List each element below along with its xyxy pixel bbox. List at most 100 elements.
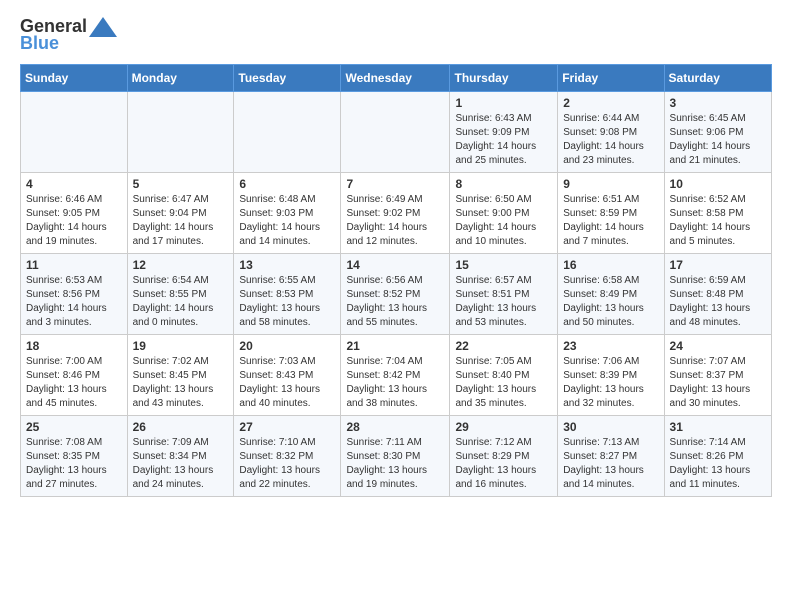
- day-info: Sunrise: 7:14 AMSunset: 8:26 PMDaylight:…: [670, 436, 766, 492]
- day-number: 23: [563, 339, 658, 353]
- weekday-header-monday: Monday: [127, 65, 234, 92]
- calendar-cell: 21 Sunrise: 7:04 AMSunset: 8:42 PMDayligh…: [341, 335, 450, 416]
- day-number: 15: [455, 258, 552, 272]
- calendar-cell: 30 Sunrise: 7:13 AMSunset: 8:27 PMDayligh…: [558, 416, 664, 497]
- day-number: 30: [563, 420, 658, 434]
- day-number: 16: [563, 258, 658, 272]
- day-info: Sunrise: 7:04 AMSunset: 8:42 PMDaylight:…: [346, 355, 444, 411]
- weekday-header-thursday: Thursday: [450, 65, 558, 92]
- week-row-2: 4 Sunrise: 6:46 AMSunset: 9:05 PMDaylight…: [21, 173, 772, 254]
- day-number: 22: [455, 339, 552, 353]
- day-number: 31: [670, 420, 766, 434]
- calendar-cell: 25 Sunrise: 7:08 AMSunset: 8:35 PMDayligh…: [21, 416, 128, 497]
- day-info: Sunrise: 7:08 AMSunset: 8:35 PMDaylight:…: [26, 436, 122, 492]
- day-number: 26: [133, 420, 229, 434]
- day-number: 27: [239, 420, 335, 434]
- calendar-cell: 2Sunrise: 6:44 AMSunset: 9:08 PMDaylight…: [558, 92, 664, 173]
- logo-icon: [89, 17, 117, 37]
- calendar-cell: 23 Sunrise: 7:06 AMSunset: 8:39 PMDayligh…: [558, 335, 664, 416]
- day-number: 17: [670, 258, 766, 272]
- day-number: 12: [133, 258, 229, 272]
- day-number: 29: [455, 420, 552, 434]
- calendar-cell: 29 Sunrise: 7:12 AMSunset: 8:29 PMDayligh…: [450, 416, 558, 497]
- weekday-header-tuesday: Tuesday: [234, 65, 341, 92]
- day-info: Sunrise: 7:06 AMSunset: 8:39 PMDaylight:…: [563, 355, 658, 411]
- day-number: 25: [26, 420, 122, 434]
- calendar-cell: 22 Sunrise: 7:05 AMSunset: 8:40 PMDayligh…: [450, 335, 558, 416]
- day-info: Sunrise: 6:47 AMSunset: 9:04 PMDaylight:…: [133, 193, 229, 249]
- day-number: 4: [26, 177, 122, 191]
- day-info: Sunrise: 6:58 AMSunset: 8:49 PMDaylight:…: [563, 274, 658, 330]
- day-info: Sunrise: 6:45 AMSunset: 9:06 PMDaylight:…: [670, 112, 766, 168]
- calendar-cell: 10 Sunrise: 6:52 AMSunset: 8:58 PMDayligh…: [664, 173, 771, 254]
- day-number: 1: [455, 96, 552, 110]
- calendar-cell: 31 Sunrise: 7:14 AMSunset: 8:26 PMDayligh…: [664, 416, 771, 497]
- day-number: 6: [239, 177, 335, 191]
- day-info: Sunrise: 7:12 AMSunset: 8:29 PMDaylight:…: [455, 436, 552, 492]
- day-number: 10: [670, 177, 766, 191]
- calendar-cell: 27 Sunrise: 7:10 AMSunset: 8:32 PMDayligh…: [234, 416, 341, 497]
- calendar-cell: 19Sunrise: 7:02 AMSunset: 8:45 PMDayligh…: [127, 335, 234, 416]
- day-number: 9: [563, 177, 658, 191]
- day-info: Sunrise: 6:54 AMSunset: 8:55 PMDaylight:…: [133, 274, 229, 330]
- calendar-cell: 8 Sunrise: 6:50 AMSunset: 9:00 PMDaylight…: [450, 173, 558, 254]
- calendar-cell: [21, 92, 128, 173]
- day-info: Sunrise: 6:46 AMSunset: 9:05 PMDaylight:…: [26, 193, 122, 249]
- calendar-cell: 9Sunrise: 6:51 AMSunset: 8:59 PMDaylight…: [558, 173, 664, 254]
- calendar-table: SundayMondayTuesdayWednesdayThursdayFrid…: [20, 64, 772, 497]
- day-number: 3: [670, 96, 766, 110]
- day-info: Sunrise: 7:05 AMSunset: 8:40 PMDaylight:…: [455, 355, 552, 411]
- day-info: Sunrise: 7:11 AMSunset: 8:30 PMDaylight:…: [346, 436, 444, 492]
- day-number: 20: [239, 339, 335, 353]
- day-info: Sunrise: 7:02 AMSunset: 8:45 PMDaylight:…: [133, 355, 229, 411]
- logo: General Blue: [20, 16, 117, 54]
- calendar-cell: [234, 92, 341, 173]
- day-info: Sunrise: 6:44 AMSunset: 9:08 PMDaylight:…: [563, 112, 658, 168]
- day-number: 24: [670, 339, 766, 353]
- calendar-cell: 20 Sunrise: 7:03 AMSunset: 8:43 PMDayligh…: [234, 335, 341, 416]
- day-number: 7: [346, 177, 444, 191]
- weekday-header-sunday: Sunday: [21, 65, 128, 92]
- day-info: Sunrise: 6:43 AMSunset: 9:09 PMDaylight:…: [455, 112, 552, 168]
- day-number: 8: [455, 177, 552, 191]
- week-row-3: 11 Sunrise: 6:53 AMSunset: 8:56 PMDayligh…: [21, 254, 772, 335]
- day-info: Sunrise: 6:48 AMSunset: 9:03 PMDaylight:…: [239, 193, 335, 249]
- calendar-cell: 26 Sunrise: 7:09 AMSunset: 8:34 PMDayligh…: [127, 416, 234, 497]
- calendar-cell: 24 Sunrise: 7:07 AMSunset: 8:37 PMDayligh…: [664, 335, 771, 416]
- day-info: Sunrise: 7:13 AMSunset: 8:27 PMDaylight:…: [563, 436, 658, 492]
- day-info: Sunrise: 7:10 AMSunset: 8:32 PMDaylight:…: [239, 436, 335, 492]
- day-number: 21: [346, 339, 444, 353]
- calendar-cell: 17 Sunrise: 6:59 AMSunset: 8:48 PMDayligh…: [664, 254, 771, 335]
- day-info: Sunrise: 6:55 AMSunset: 8:53 PMDaylight:…: [239, 274, 335, 330]
- day-info: Sunrise: 6:52 AMSunset: 8:58 PMDaylight:…: [670, 193, 766, 249]
- day-info: Sunrise: 6:56 AMSunset: 8:52 PMDaylight:…: [346, 274, 444, 330]
- calendar-cell: 7 Sunrise: 6:49 AMSunset: 9:02 PMDaylight…: [341, 173, 450, 254]
- day-info: Sunrise: 6:53 AMSunset: 8:56 PMDaylight:…: [26, 274, 122, 330]
- week-row-1: 1 Sunrise: 6:43 AMSunset: 9:09 PMDaylight…: [21, 92, 772, 173]
- day-info: Sunrise: 7:03 AMSunset: 8:43 PMDaylight:…: [239, 355, 335, 411]
- day-number: 11: [26, 258, 122, 272]
- calendar-cell: 14 Sunrise: 6:56 AMSunset: 8:52 PMDayligh…: [341, 254, 450, 335]
- day-number: 13: [239, 258, 335, 272]
- weekday-header-wednesday: Wednesday: [341, 65, 450, 92]
- day-number: 28: [346, 420, 444, 434]
- calendar-cell: 28 Sunrise: 7:11 AMSunset: 8:30 PMDayligh…: [341, 416, 450, 497]
- weekday-header-row: SundayMondayTuesdayWednesdayThursdayFrid…: [21, 65, 772, 92]
- weekday-header-friday: Friday: [558, 65, 664, 92]
- calendar-cell: 18Sunrise: 7:00 AMSunset: 8:46 PMDayligh…: [21, 335, 128, 416]
- calendar-cell: 3 Sunrise: 6:45 AMSunset: 9:06 PMDaylight…: [664, 92, 771, 173]
- day-number: 5: [133, 177, 229, 191]
- week-row-5: 25 Sunrise: 7:08 AMSunset: 8:35 PMDayligh…: [21, 416, 772, 497]
- calendar-cell: 6 Sunrise: 6:48 AMSunset: 9:03 PMDaylight…: [234, 173, 341, 254]
- calendar-cell: [341, 92, 450, 173]
- day-info: Sunrise: 6:50 AMSunset: 9:00 PMDaylight:…: [455, 193, 552, 249]
- day-info: Sunrise: 7:09 AMSunset: 8:34 PMDaylight:…: [133, 436, 229, 492]
- day-info: Sunrise: 6:49 AMSunset: 9:02 PMDaylight:…: [346, 193, 444, 249]
- calendar-cell: 1 Sunrise: 6:43 AMSunset: 9:09 PMDaylight…: [450, 92, 558, 173]
- calendar-cell: 11 Sunrise: 6:53 AMSunset: 8:56 PMDayligh…: [21, 254, 128, 335]
- day-number: 14: [346, 258, 444, 272]
- day-info: Sunrise: 7:07 AMSunset: 8:37 PMDaylight:…: [670, 355, 766, 411]
- day-info: Sunrise: 6:59 AMSunset: 8:48 PMDaylight:…: [670, 274, 766, 330]
- day-info: Sunrise: 7:00 AMSunset: 8:46 PMDaylight:…: [26, 355, 122, 411]
- calendar-cell: [127, 92, 234, 173]
